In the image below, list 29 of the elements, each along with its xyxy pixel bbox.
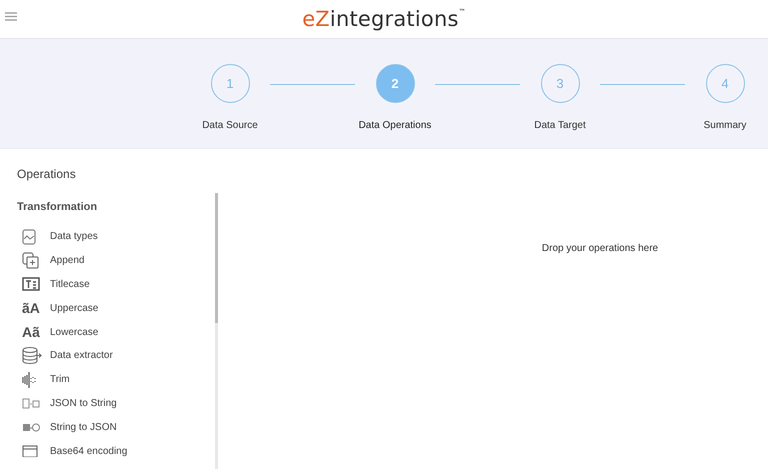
panel-title: Operations (16, 166, 77, 183)
scrollbar-thumb[interactable] (215, 193, 218, 323)
drop-zone-text: Drop your operations here (542, 243, 658, 255)
operation-item[interactable]: Uppercase (50, 302, 98, 314)
step-label: Data Target (534, 120, 586, 131)
operation-item[interactable]: Trim (50, 374, 70, 386)
step-label: Summary (704, 120, 746, 131)
logo: eZintegrations$^{™}$ (302, 7, 466, 31)
add-copy-icon (22, 252, 39, 270)
operation-item[interactable]: Append (50, 255, 84, 266)
operation-item[interactable]: Base64 encoding (50, 446, 128, 457)
step-label: Data Source (202, 120, 258, 131)
step-label: Data Operations (358, 120, 432, 131)
operation-item[interactable]: Titlecase (50, 278, 90, 290)
operation-item[interactable]: String to JSON (50, 422, 117, 433)
operation-item[interactable]: Data extractor (50, 350, 113, 362)
menu-icon[interactable] (5, 12, 17, 21)
convert-document-icon (22, 422, 40, 433)
operation-item[interactable]: JSON to String (50, 398, 117, 409)
operation-item[interactable]: Lowercase (50, 326, 98, 338)
text-box-icon (22, 277, 40, 292)
section-heading: Transformation (17, 201, 98, 213)
letters-icon: Aã (22, 325, 40, 340)
letters-icon: ãA (22, 301, 40, 316)
operation-item[interactable]: Data types (50, 231, 98, 242)
chart-file-icon (22, 228, 36, 245)
sound-wave-icon (22, 372, 38, 388)
database-icon (22, 347, 42, 364)
convert-document-icon (22, 398, 40, 409)
